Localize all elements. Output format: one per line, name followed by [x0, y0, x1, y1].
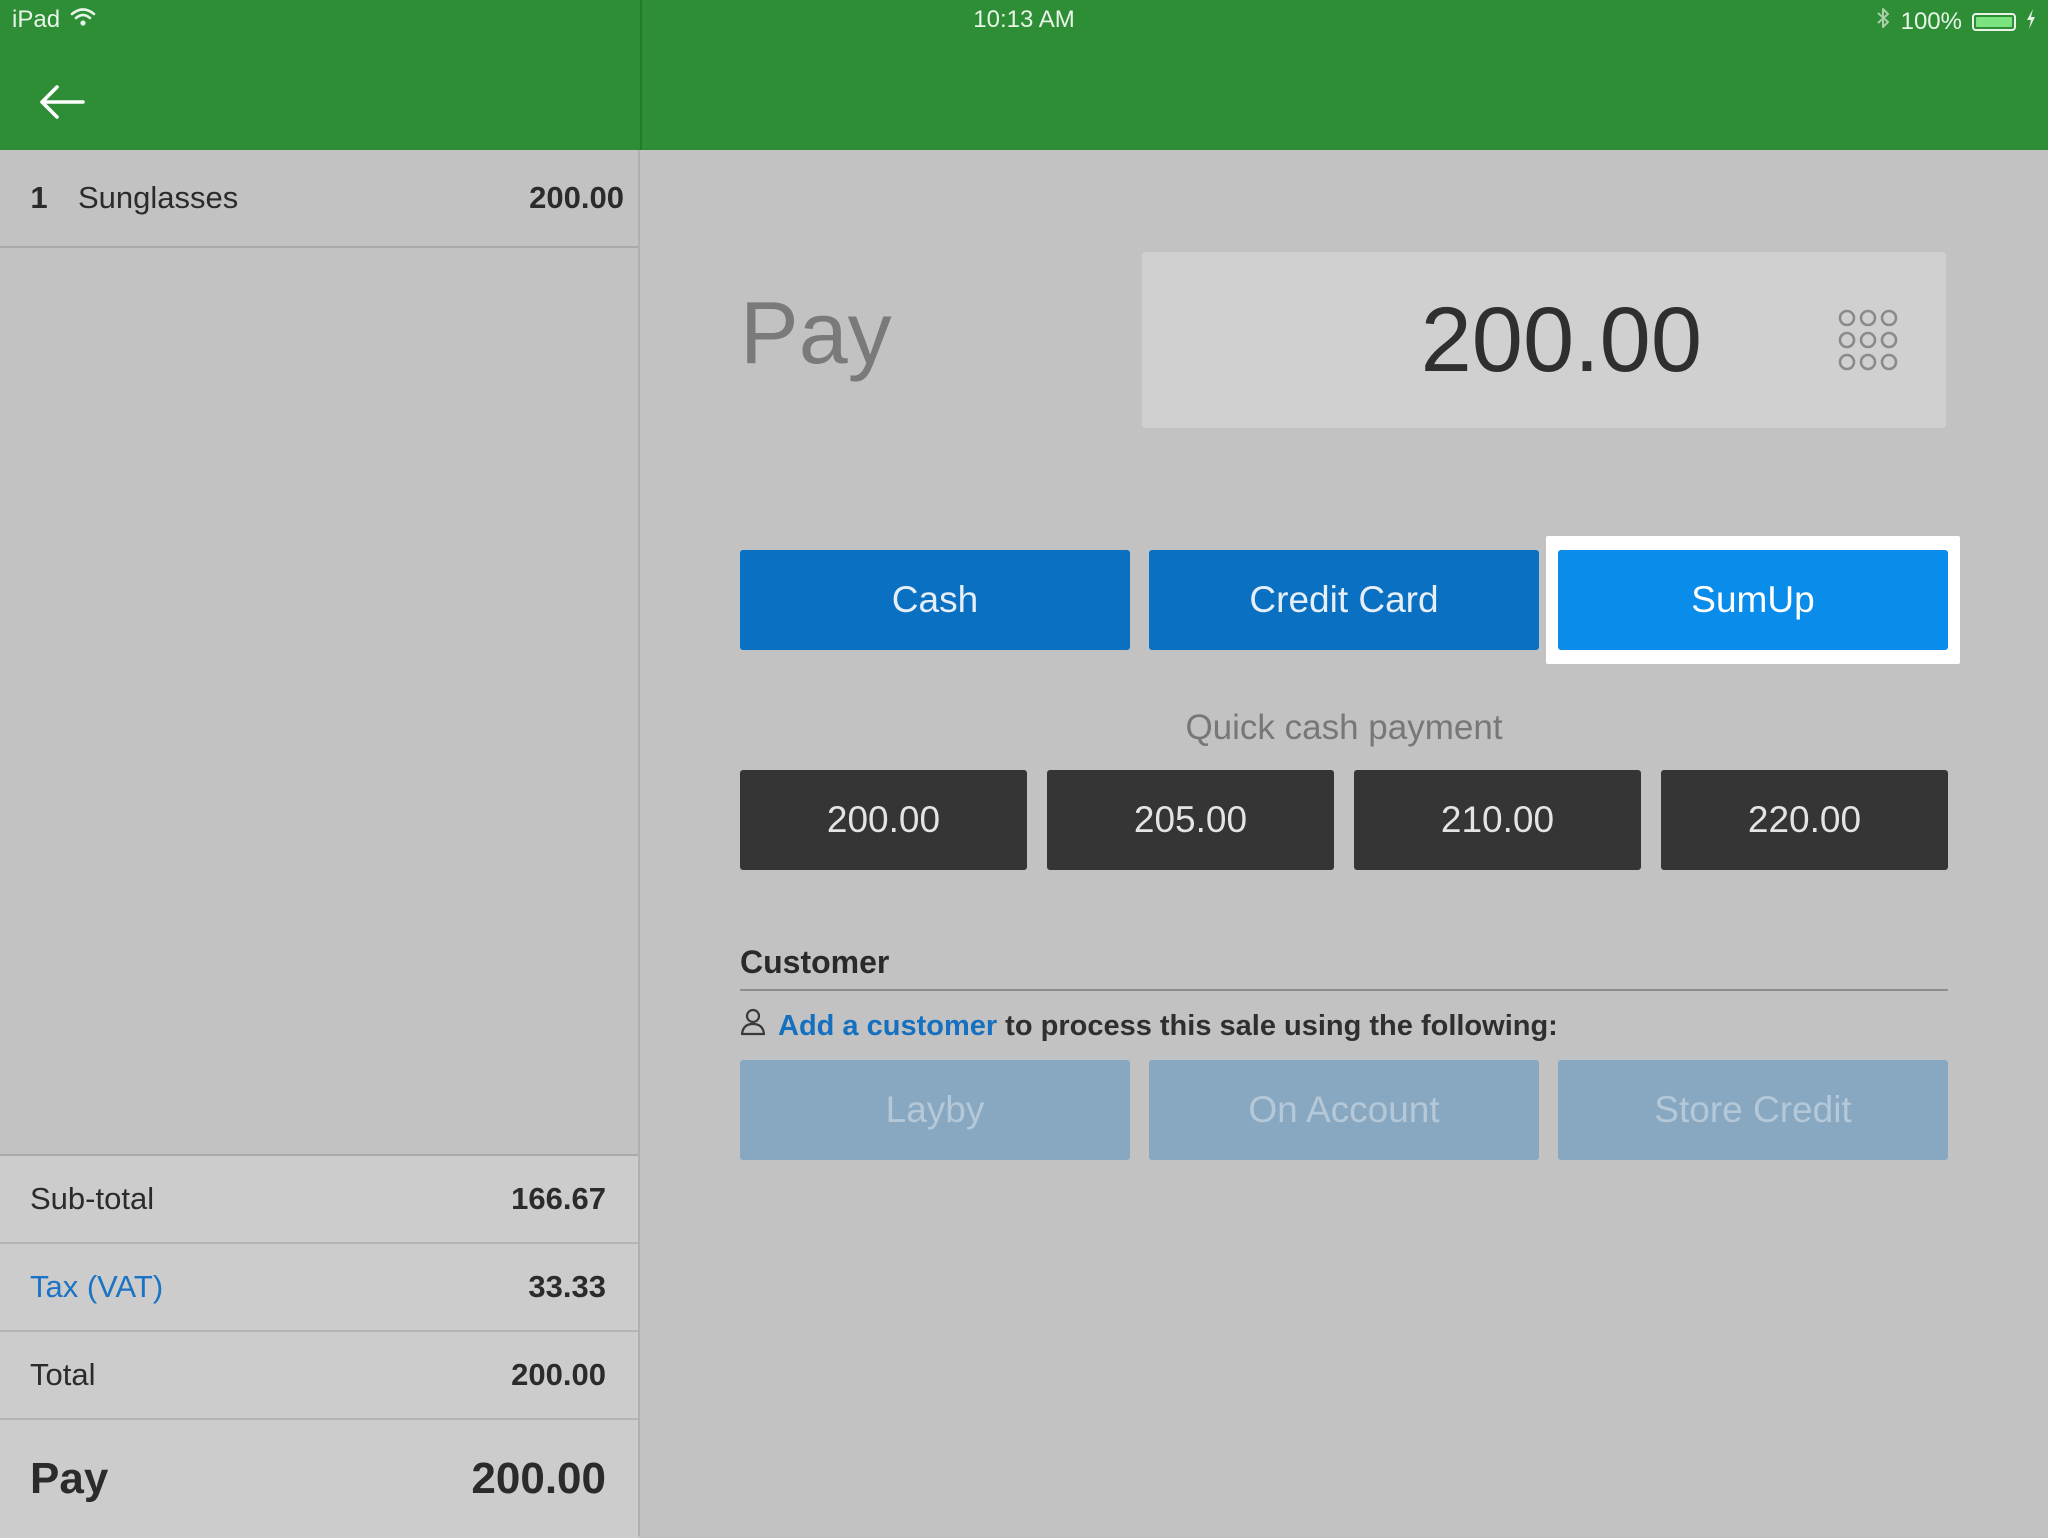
battery-icon [1972, 12, 2016, 31]
bluetooth-icon [1875, 6, 1891, 37]
back-arrow-icon [40, 85, 85, 119]
back-button[interactable] [34, 78, 90, 126]
status-time: 10:13 AM [973, 6, 1075, 33]
sumup-button[interactable]: SumUp [1558, 550, 1948, 650]
amount-field[interactable]: 200.00 [1142, 252, 1946, 428]
keypad-icon[interactable] [1836, 308, 1900, 372]
pay-row: Pay 200.00 [0, 1420, 638, 1538]
customer-divider [740, 989, 1948, 991]
person-icon [740, 1008, 766, 1044]
quick-cash-button-2[interactable]: 205.00 [1047, 770, 1334, 870]
pay-total-value: 200.00 [471, 1454, 606, 1503]
total-row: Total 200.00 [0, 1332, 638, 1420]
pay-total-label: Pay [30, 1454, 109, 1503]
quick-cash-button-4[interactable]: 220.00 [1661, 770, 1948, 870]
add-customer-link[interactable]: Add a customer [778, 1010, 997, 1043]
line-item-price: 200.00 [529, 180, 624, 215]
totals-section: Sub-total 166.67 Tax (VAT) 33.33 Total 2… [0, 1154, 638, 1538]
tax-value: 33.33 [528, 1269, 606, 1304]
total-label: Total [30, 1357, 96, 1392]
line-item[interactable]: 1 Sunglasses 200.00 [0, 150, 638, 248]
customer-hint: Add a customer to process this sale usin… [740, 1006, 1558, 1046]
layby-button[interactable]: Layby [740, 1060, 1130, 1160]
amount-value: 200.00 [1420, 288, 1702, 391]
total-value: 200.00 [511, 1357, 606, 1392]
line-item-name: Sunglasses [78, 180, 239, 215]
status-right: 100% [1875, 6, 2036, 37]
customer-hint-text: to process this sale using the following… [1005, 1009, 1558, 1042]
customer-title: Customer [740, 944, 890, 980]
cash-button[interactable]: Cash [740, 550, 1130, 650]
sale-panel: 1 Sunglasses 200.00 Sub-total 166.67 Tax… [0, 150, 640, 1538]
credit-card-button[interactable]: Credit Card [1149, 550, 1539, 650]
subtotal-row: Sub-total 166.67 [0, 1156, 638, 1244]
line-item-qty: 1 [30, 180, 48, 215]
header-bar: iPad 10:13 AM 100% [0, 0, 2048, 150]
on-account-button[interactable]: On Account [1149, 1060, 1539, 1160]
battery-percent: 100% [1900, 7, 1962, 35]
pay-title: Pay [740, 283, 892, 382]
tax-link[interactable]: Tax (VAT) [30, 1269, 163, 1305]
quick-cash-button-1[interactable]: 200.00 [740, 770, 1027, 870]
subtotal-value: 166.67 [511, 1181, 606, 1216]
subtotal-label: Sub-total [30, 1181, 155, 1216]
store-credit-button[interactable]: Store Credit [1558, 1060, 1948, 1160]
charging-icon [2026, 8, 2036, 36]
tax-row[interactable]: Tax (VAT) 33.33 [0, 1244, 638, 1332]
quick-cash-button-3[interactable]: 210.00 [1354, 770, 1641, 870]
quick-cash-label: Quick cash payment [1185, 708, 1503, 747]
